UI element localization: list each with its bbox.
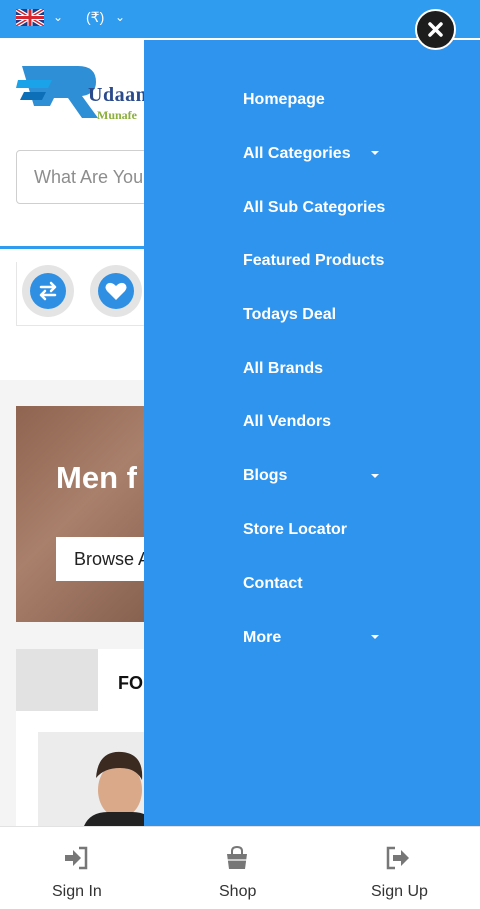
section-label: FO (118, 673, 143, 693)
sign-up-label[interactable]: Sign Up (371, 883, 428, 901)
menu-item-homepage[interactable]: Homepage (243, 91, 325, 109)
currency-selector[interactable]: (₹) (86, 9, 104, 26)
wishlist-button[interactable] (90, 265, 142, 317)
brand-name: Udaan (88, 84, 148, 106)
currency-chevron-down-icon[interactable]: ⌄ (115, 10, 125, 24)
close-icon (428, 22, 443, 37)
close-drawer-button[interactable] (415, 9, 456, 50)
sign-in-icon[interactable] (63, 845, 89, 871)
blogs-caret-icon[interactable] (371, 474, 379, 478)
banner-title: Men f (56, 460, 137, 495)
menu-item-featured-products[interactable]: Featured Products (243, 252, 384, 270)
language-chevron-down-icon[interactable]: ⌄ (53, 10, 63, 24)
menu-item-contact[interactable]: Contact (243, 575, 303, 593)
menu-item-all-categories[interactable]: All Categories (243, 145, 351, 163)
more-caret-icon[interactable] (371, 635, 379, 639)
sign-up-icon[interactable] (385, 845, 411, 871)
section-tab[interactable] (16, 649, 98, 711)
product-image[interactable] (38, 732, 158, 826)
sign-in-label[interactable]: Sign In (52, 883, 102, 901)
uk-flag-icon[interactable] (16, 9, 44, 26)
all-categories-caret-icon[interactable] (371, 151, 379, 155)
menu-item-store-locator[interactable]: Store Locator (243, 521, 347, 539)
menu-item-more[interactable]: More (243, 629, 281, 647)
compare-button[interactable] (22, 265, 74, 317)
shopping-bag-icon[interactable] (224, 845, 250, 871)
menu-item-all-vendors[interactable]: All Vendors (243, 413, 331, 431)
menu-item-all-brands[interactable]: All Brands (243, 360, 323, 378)
compare-icon (39, 281, 57, 301)
heart-icon (105, 282, 127, 300)
top-bar (0, 0, 480, 38)
brand-tagline: Munafe (97, 108, 137, 122)
menu-item-blogs[interactable]: Blogs (243, 467, 287, 485)
menu-item-todays-deal[interactable]: Todays Deal (243, 306, 336, 324)
shop-label[interactable]: Shop (219, 883, 256, 901)
menu-item-all-sub-categories[interactable]: All Sub Categories (243, 199, 385, 217)
product-photo (38, 732, 158, 826)
